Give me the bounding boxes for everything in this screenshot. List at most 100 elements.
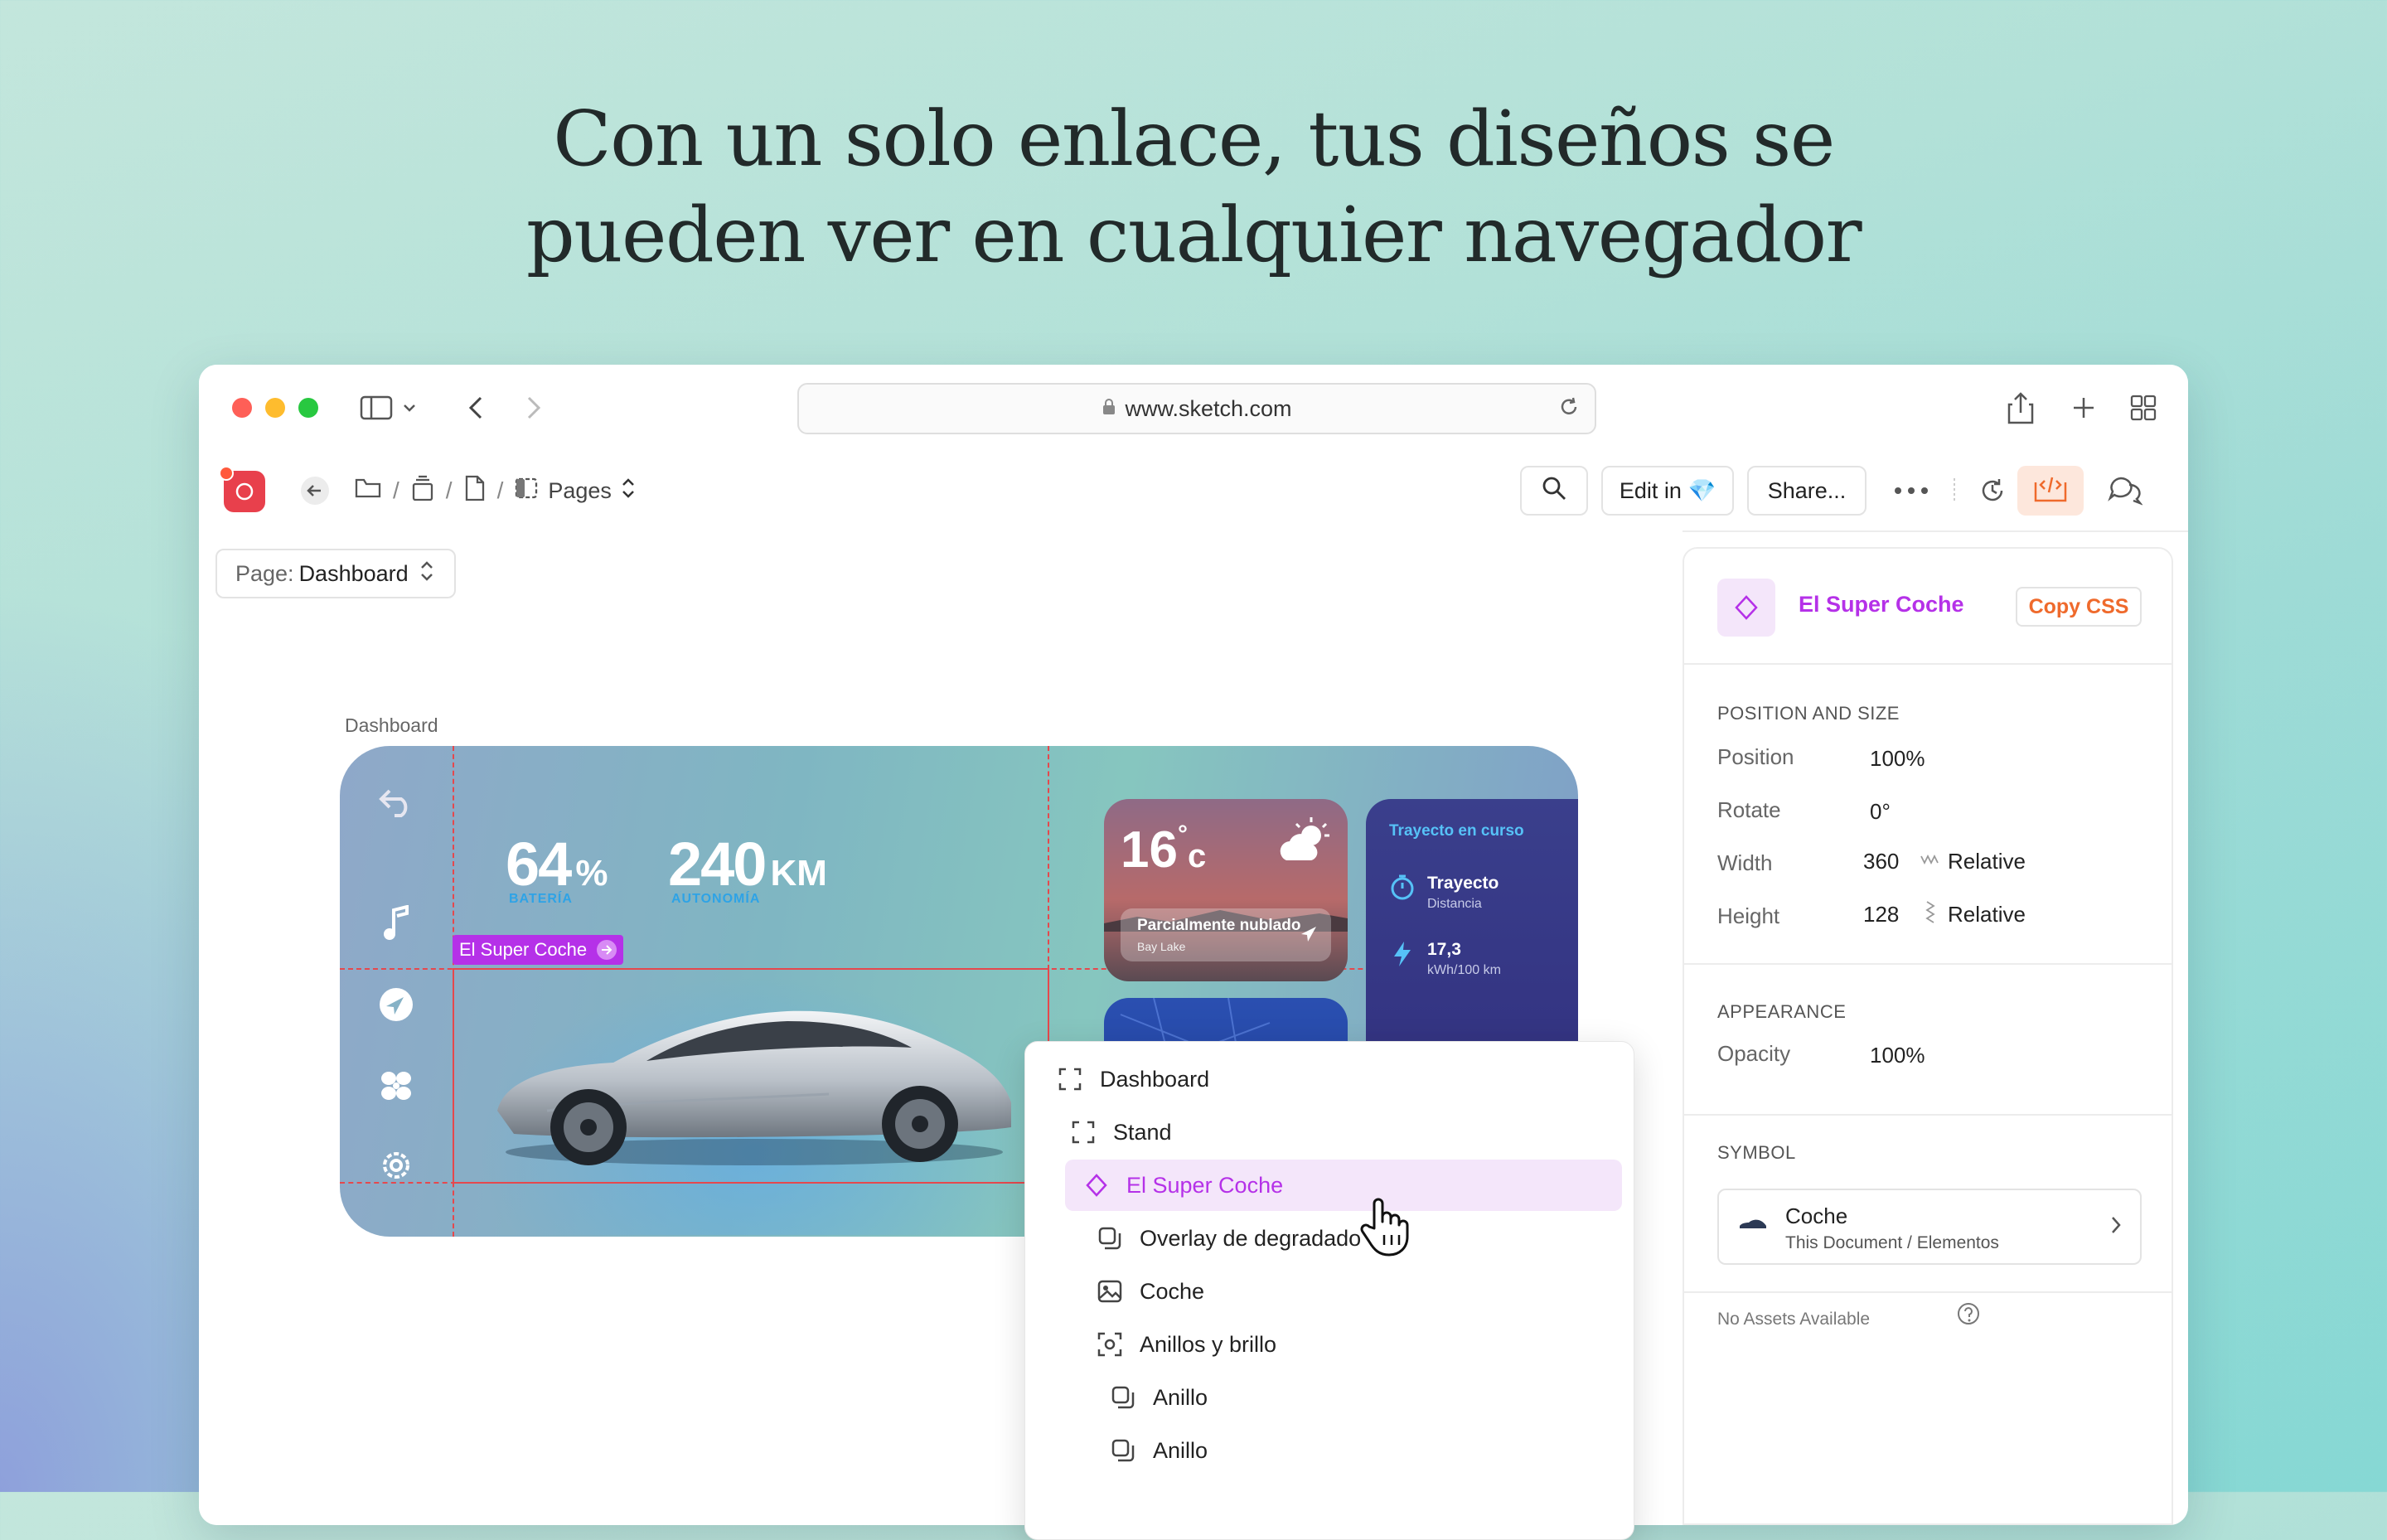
edit-in-sketch-button[interactable]: Edit in 💎 [1601, 466, 1734, 516]
weather-info-pill: Parcialmente nublado Bay Lake [1121, 908, 1331, 961]
layer-picker-menu: Dashboard Stand El Super Coche Overlay d… [1024, 1041, 1634, 1540]
back-button[interactable] [298, 476, 332, 506]
layer-item-coche[interactable]: Coche [1095, 1266, 1204, 1317]
up-down-chevron-icon [420, 559, 433, 588]
help-icon[interactable] [1956, 1301, 1981, 1330]
trip-row1-sub: Distancia [1427, 897, 1482, 911]
selection-guide-right [1048, 746, 1049, 970]
undo-arrow-icon [371, 777, 421, 827]
range-stat: 240 KM AUTONOMÍA [668, 829, 827, 906]
layer-item-anillo-2[interactable]: Anillo [1108, 1425, 1208, 1476]
trip-title: Trayecto en curso [1389, 822, 1524, 840]
zoom-window-button[interactable] [298, 398, 318, 418]
notification-dot [219, 466, 234, 481]
group-icon [1095, 1223, 1125, 1253]
lock-icon [1102, 396, 1116, 422]
more-options-icon[interactable] [1891, 471, 1931, 511]
pages-dropdown[interactable]: Pages [548, 478, 612, 504]
symbol-icon [1082, 1170, 1111, 1200]
document-icon[interactable] [464, 475, 486, 507]
artboard-label[interactable]: Dashboard [345, 714, 438, 737]
page-selector-label: Page: [235, 560, 294, 586]
chevron-down-icon[interactable] [399, 388, 419, 428]
search-icon [1541, 475, 1567, 507]
car-thumbnail-icon [1739, 1218, 1767, 1234]
copy-css-button[interactable]: Copy CSS [2016, 587, 2142, 627]
location-arrow-icon [1300, 925, 1318, 947]
symbol-path: This Document / Elementos [1785, 1233, 1999, 1252]
layer-item-anillo-1[interactable]: Anillo [1108, 1372, 1208, 1423]
folder-icon[interactable] [355, 477, 381, 506]
symbol-name: Coche [1785, 1203, 1848, 1228]
artboard-icon [1055, 1064, 1085, 1094]
appearance-section-title: APPEARANCE [1717, 1001, 1847, 1022]
width-value[interactable]: 360 [1863, 849, 1899, 874]
height-mode[interactable]: Relative [1948, 902, 2026, 927]
layer-item-dashboard[interactable]: Dashboard [1055, 1053, 1209, 1105]
layer-item-stand[interactable]: Stand [1068, 1107, 1172, 1158]
tab-overview-icon[interactable] [2123, 388, 2163, 428]
weather-widget: 16°c Parcialmente nublado Bay Lake [1104, 799, 1348, 981]
no-assets-text: No Assets Available [1717, 1310, 1871, 1329]
battery-value: 64 [506, 830, 572, 898]
inspector-title: El Super Coche [1799, 592, 1964, 617]
chevron-right-icon [2110, 1215, 2122, 1239]
search-button[interactable] [1520, 466, 1588, 516]
sidebar-toggle-icon[interactable] [356, 388, 396, 428]
music-note-icon [371, 898, 421, 948]
selection-box[interactable] [453, 968, 1049, 1184]
width-mode[interactable]: Relative [1948, 849, 2026, 874]
url-text: www.sketch.com [1125, 395, 1292, 421]
forward-arrow-icon[interactable] [514, 388, 554, 428]
minimize-window-button[interactable] [265, 398, 285, 418]
breadcrumb: / / / Pages [355, 475, 635, 507]
opacity-label: Opacity [1717, 1041, 1791, 1066]
page-selector[interactable]: Page: Dashboard [215, 549, 456, 598]
inspector-code-icon[interactable] [2017, 466, 2084, 516]
breadcrumb-separator: / [445, 477, 453, 503]
up-down-chevron-icon[interactable] [622, 477, 635, 506]
layer-icon [1108, 1383, 1138, 1412]
trip-distance-row: Trayecto Distancia [1389, 874, 1499, 912]
height-value[interactable]: 128 [1863, 902, 1899, 927]
new-tab-icon[interactable] [2064, 388, 2104, 428]
inspector-header: El Super Coche Copy CSS [1684, 549, 2172, 665]
back-arrow-icon[interactable] [456, 388, 496, 428]
page-selector-value: Dashboard [298, 560, 409, 586]
selection-tag[interactable]: El Super Coche [453, 935, 624, 965]
position-size-section-title: POSITION AND SIZE [1717, 703, 1900, 724]
document-stack-icon[interactable] [411, 475, 434, 507]
position-value[interactable]: 100% [1870, 746, 1925, 772]
group-icon [1095, 1329, 1125, 1359]
rotate-value[interactable]: 0° [1870, 799, 1891, 825]
arrow-right-icon[interactable] [597, 940, 617, 960]
history-icon[interactable] [1973, 471, 2012, 511]
battery-label: BATERÍA [509, 892, 573, 906]
close-window-button[interactable] [232, 398, 252, 418]
headline-line-1: Con un solo enlace, tus diseños se [553, 94, 1835, 183]
share-button[interactable]: Share... [1747, 466, 1867, 516]
workspace-logo[interactable] [219, 466, 265, 512]
battery-unit: % [575, 853, 608, 893]
hand-pointer-cursor-icon [1359, 1197, 1409, 1261]
breadcrumb-separator: / [496, 477, 504, 503]
symbol-source-card[interactable]: Coche This Document / Elementos [1717, 1189, 2142, 1265]
breadcrumb-separator: / [393, 477, 399, 503]
address-bar[interactable]: www.sketch.com [797, 383, 1596, 434]
layer-item-overlay[interactable]: Overlay de degradado [1095, 1213, 1361, 1264]
reload-icon[interactable] [1557, 395, 1581, 425]
headline: Con un solo enlace, tus diseños se puede… [0, 91, 2387, 283]
comments-icon[interactable] [2105, 471, 2145, 511]
symbol-section-title: SYMBOL [1717, 1142, 1796, 1163]
toolbar-divider [1946, 471, 1963, 511]
range-value: 240 [668, 830, 767, 898]
opacity-value[interactable]: 100% [1870, 1043, 1925, 1068]
browser-titlebar: www.sketch.com [199, 365, 2188, 453]
height-resize-icon [1925, 900, 1936, 929]
share-icon[interactable] [2001, 388, 2041, 428]
layer-item-anillos[interactable]: Anillos y brillo [1095, 1319, 1276, 1370]
app-toolbar: / / / Pages Edit in 💎 Share... [199, 451, 2188, 532]
position-label: Position [1717, 744, 1794, 769]
rotate-label: Rotate [1717, 797, 1781, 822]
layer-item-el-super-coche[interactable]: El Super Coche [1065, 1160, 1622, 1211]
